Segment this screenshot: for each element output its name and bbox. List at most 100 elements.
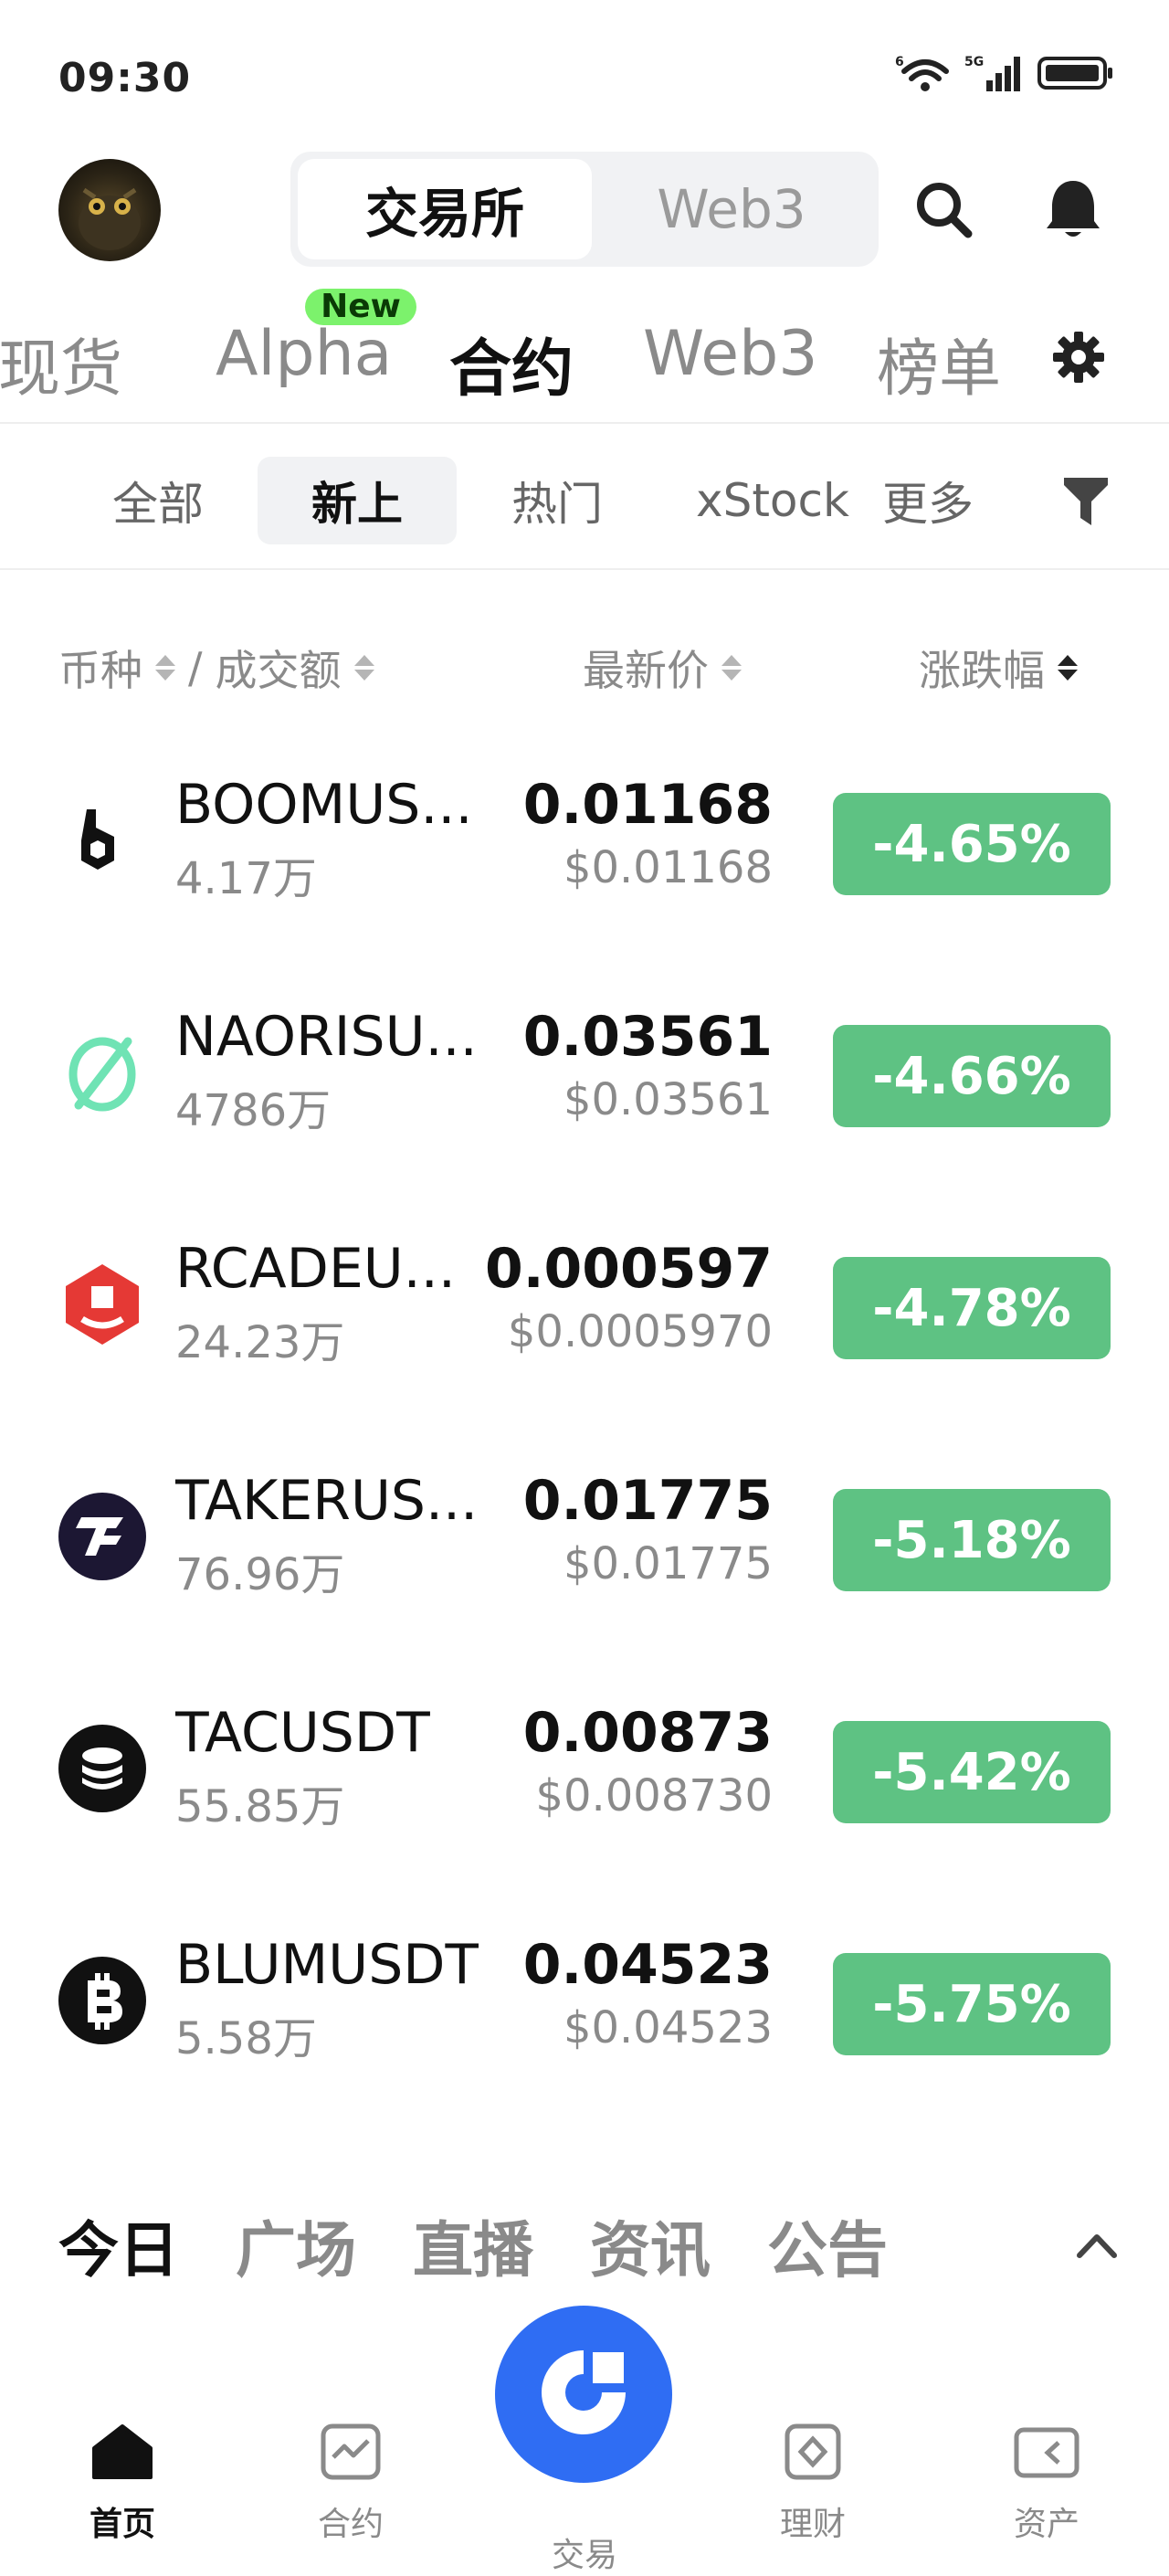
tab-alpha[interactable]: Alpha	[216, 318, 392, 390]
divider	[0, 568, 1169, 570]
status-icons: 6 5G	[895, 53, 1114, 97]
trade-icon	[529, 2338, 638, 2451]
search-icon[interactable]	[902, 168, 985, 250]
assets-icon	[1013, 2423, 1080, 2485]
last-price: 0.01775	[522, 1469, 773, 1533]
chevron-up-icon[interactable]	[1056, 2203, 1138, 2286]
column-header-price: 最新价	[583, 638, 742, 698]
bell-icon[interactable]	[1032, 168, 1114, 250]
market-row[interactable]: TAKERUS... 76.96万 0.01775 $0.01775 -5.18…	[0, 1434, 1169, 1666]
volume: 24.23万	[175, 1317, 345, 1368]
column-header-coin-volume: 币种 / 成交额	[58, 638, 374, 698]
volume: 5.58万	[175, 2013, 317, 2064]
column-header-change: 涨跌幅	[919, 638, 1078, 698]
last-price: 0.000597	[484, 1237, 773, 1301]
naoris-coin-icon	[58, 1029, 146, 1116]
status-bar: 09:30 6 5G	[0, 0, 1169, 146]
nav-finance[interactable]: 理财	[740, 2423, 886, 2550]
tab-spot[interactable]: 现货	[0, 318, 122, 408]
symbol: RCADEU...	[175, 1237, 456, 1301]
sort-icon[interactable]	[155, 655, 175, 681]
market-row[interactable]: NAORISU... 4786万 0.03561 $0.03561 -4.66%	[0, 970, 1169, 1202]
usd-price: $0.01775	[563, 1538, 773, 1589]
volume: 55.85万	[175, 1781, 345, 1832]
last-price: 0.03561	[522, 1005, 773, 1069]
segment-exchange[interactable]: 交易所	[298, 159, 592, 259]
battery-icon	[1037, 55, 1114, 95]
wifi-icon: 6	[895, 53, 952, 97]
exchange-segmented-control: 交易所 Web3	[290, 152, 879, 267]
nav-label: 资产	[1013, 2506, 1079, 2543]
news-tab-today[interactable]: 今日	[58, 2201, 179, 2289]
svg-text:5G: 5G	[964, 55, 984, 69]
news-tab-announcements[interactable]: 公告	[767, 2201, 888, 2289]
market-row[interactable]: BOOMUS... 4.17万 0.01168 $0.01168 -4.65%	[0, 738, 1169, 970]
finance-icon	[781, 2423, 845, 2485]
nav-home[interactable]: 首页	[49, 2423, 195, 2550]
subtab-more[interactable]: 更多	[864, 457, 992, 544]
market-row[interactable]: BLUMUSDT 5.58万 0.04523 $0.04523 -5.75%	[0, 1898, 1169, 2130]
blum-coin-icon	[58, 1957, 146, 2044]
nav-label: 首页	[89, 2506, 155, 2543]
nav-label: 理财	[779, 2506, 846, 2543]
column-coin-label[interactable]: 币种	[58, 638, 142, 698]
usd-price: $0.01168	[563, 842, 773, 893]
subtab-xstock[interactable]: xStock	[696, 457, 849, 544]
subtab-hot[interactable]: 热门	[484, 457, 630, 544]
home-icon	[90, 2423, 154, 2485]
market-row[interactable]: RCADEU... 24.23万 0.000597 $0.0005970 -4.…	[0, 1202, 1169, 1434]
sort-icon[interactable]	[1058, 655, 1078, 681]
volume: 4786万	[175, 1085, 332, 1136]
subtab-new-listing[interactable]: 新上	[258, 457, 457, 544]
subtab-all[interactable]: 全部	[90, 457, 226, 544]
market-row[interactable]: TACUSDT 55.85万 0.00873 $0.008730 -5.42%	[0, 1666, 1169, 1898]
usd-price: $0.0005970	[507, 1306, 773, 1357]
trade-fab-button[interactable]	[495, 2306, 672, 2483]
symbol: TAKERUS...	[175, 1469, 479, 1533]
change-badge[interactable]: -4.66%	[833, 1025, 1111, 1127]
symbol: NAORISU...	[175, 1005, 478, 1069]
symbol: BOOMUS...	[175, 773, 473, 837]
usd-price: $0.03561	[563, 1074, 773, 1125]
divider	[0, 422, 1169, 424]
volume: 76.96万	[175, 1549, 345, 1600]
rcade-coin-icon	[58, 1261, 146, 1348]
svg-text:6: 6	[895, 55, 904, 69]
nav-assets[interactable]: 资产	[974, 2423, 1120, 2550]
sort-icon[interactable]	[721, 655, 742, 681]
usd-price: $0.04523	[563, 2002, 773, 2053]
nav-futures[interactable]: 合约	[278, 2423, 424, 2550]
tac-coin-icon	[58, 1725, 146, 1812]
last-price: 0.01168	[522, 773, 773, 837]
filter-icon[interactable]	[1045, 460, 1127, 543]
change-badge[interactable]: -5.75%	[833, 1953, 1111, 2055]
column-price-label[interactable]: 最新价	[583, 638, 709, 698]
segment-web3[interactable]: Web3	[592, 159, 871, 259]
status-time: 09:30	[58, 55, 192, 101]
column-change-label[interactable]: 涨跌幅	[919, 638, 1045, 698]
news-tab-news[interactable]: 资讯	[590, 2201, 711, 2289]
news-tab-square[interactable]: 广场	[236, 2201, 356, 2289]
cellular-signal-icon: 5G	[964, 53, 1025, 97]
last-price: 0.00873	[522, 1701, 773, 1765]
avatar[interactable]	[58, 159, 161, 261]
boom-coin-icon	[58, 797, 146, 884]
nav-trade-label: 交易	[551, 2537, 617, 2574]
settings-gear-icon[interactable]	[1037, 316, 1120, 398]
sort-icon[interactable]	[353, 655, 374, 681]
change-badge[interactable]: -4.78%	[833, 1257, 1111, 1359]
change-badge[interactable]: -5.18%	[833, 1489, 1111, 1591]
tab-rankings[interactable]: 榜单	[877, 318, 1001, 408]
news-tab-live[interactable]: 直播	[413, 2201, 533, 2289]
tab-web3[interactable]: Web3	[643, 318, 818, 390]
futures-icon	[319, 2423, 383, 2485]
change-badge[interactable]: -4.65%	[833, 793, 1111, 895]
volume: 4.17万	[175, 853, 317, 904]
usd-price: $0.008730	[535, 1770, 773, 1821]
symbol: BLUMUSDT	[175, 1933, 479, 1997]
tab-futures[interactable]: 合约	[449, 318, 574, 408]
last-price: 0.04523	[522, 1933, 773, 1997]
taker-coin-icon	[58, 1493, 146, 1580]
change-badge[interactable]: -5.42%	[833, 1721, 1111, 1823]
column-volume-label[interactable]: 成交额	[216, 638, 342, 698]
